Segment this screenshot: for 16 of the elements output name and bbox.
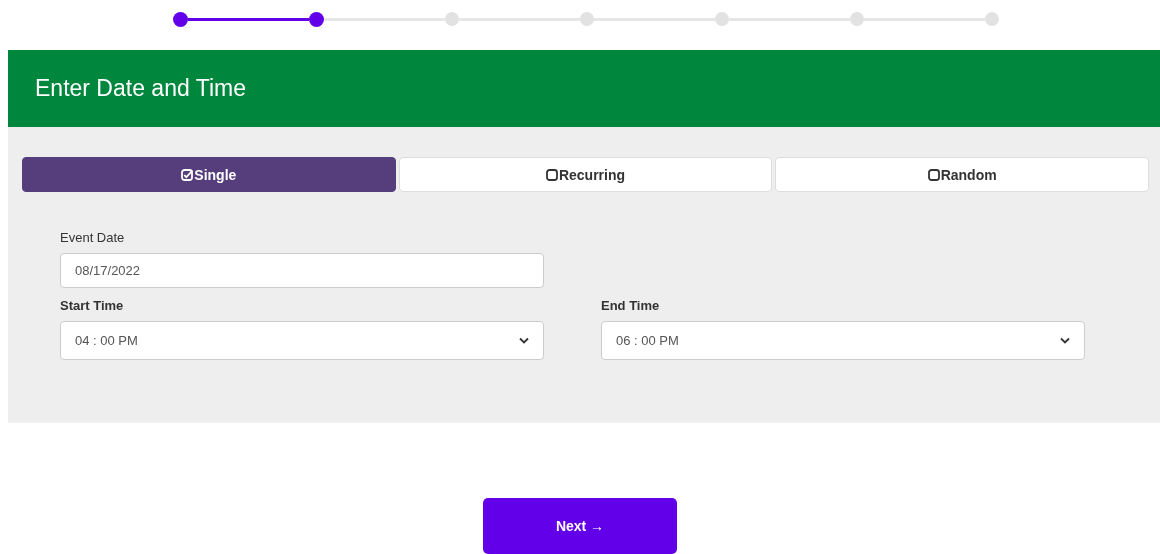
time-dropdown[interactable]: 04 : 00 PM [60,321,544,360]
date-field[interactable]: 08/17/2022 [60,253,544,288]
chevron-down-icon [1060,337,1070,344]
field-label: Start Time [60,298,125,313]
checked-box-icon [181,168,194,181]
field-label: Event Date [60,230,126,245]
mode-tab[interactable]: Single [22,157,396,192]
next-button[interactable]: Next → [483,498,677,554]
chevron-down-icon [519,337,529,344]
time-dropdown[interactable]: 06 : 00 PM [601,321,1085,360]
empty-box-icon [545,168,558,181]
mode-tab[interactable]: Recurring [398,157,773,192]
empty-box-icon [927,168,940,181]
field-label: End Time [601,298,661,313]
mode-tab[interactable]: Random [775,157,1149,192]
page-title: Enter Date and Time [35,75,246,102]
